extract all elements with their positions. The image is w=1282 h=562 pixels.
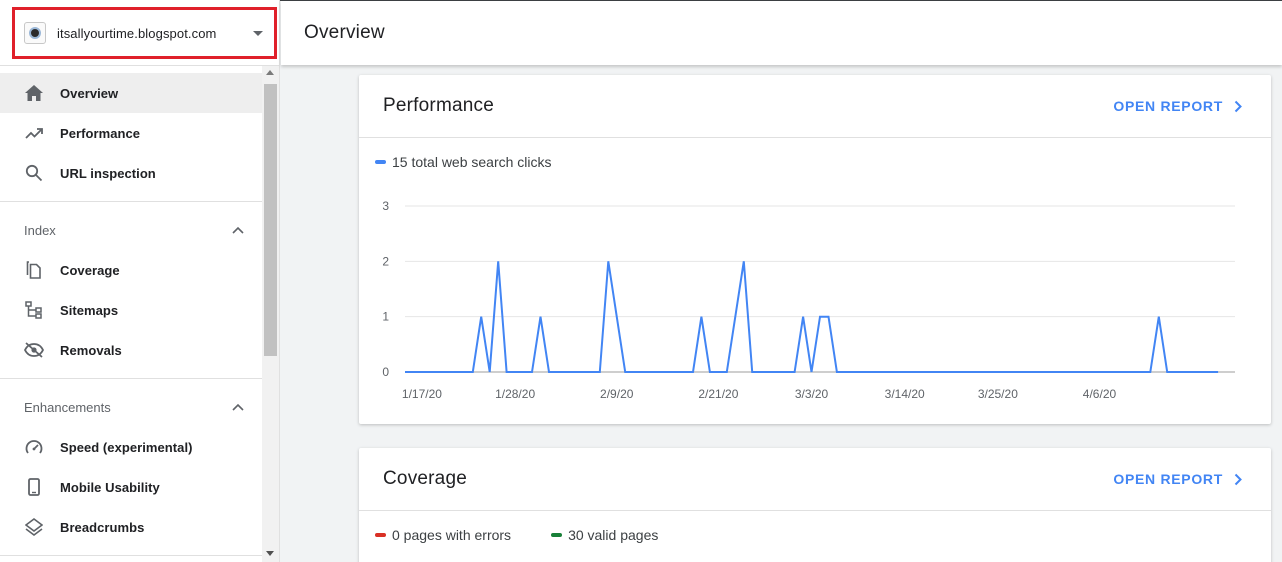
section-divider — [0, 378, 262, 379]
sidebar-item-label: Speed (experimental) — [60, 439, 193, 455]
sidebar-item-breadcrumbs[interactable]: Breadcrumbs — [0, 507, 262, 547]
trending-up-icon — [24, 123, 44, 143]
page-title: Overview — [304, 22, 385, 43]
sidebar-item-label: Mobile Usability — [60, 479, 160, 495]
sidebar: itsallyourtime.blogspot.com Overview Per… — [0, 0, 280, 562]
sidebar-item-label: URL inspection — [60, 165, 156, 181]
y-tick-label: 2 — [382, 254, 389, 268]
card-header: Performance OPEN REPORT — [359, 75, 1271, 138]
sidebar-item-removals[interactable]: Removals — [0, 330, 262, 370]
x-tick-label: 2/21/20 — [698, 387, 738, 401]
x-tick-label: 2/9/20 — [600, 387, 634, 401]
x-tick-label: 1/28/20 — [495, 387, 535, 401]
card-title: Performance — [383, 95, 494, 116]
scrollbar-thumb[interactable] — [264, 84, 277, 356]
sidebar-item-label: Performance — [60, 125, 141, 141]
section-title: Enhancements — [24, 399, 111, 415]
smartphone-icon — [24, 477, 44, 497]
sidebar-item-url-inspection[interactable]: URL inspection — [0, 153, 262, 193]
legend-item[interactable]: 15 total web search clicks — [375, 154, 552, 170]
sidebar-item-sitemaps[interactable]: Sitemaps — [0, 290, 262, 330]
sidebar-item-label: Sitemaps — [60, 302, 119, 318]
x-tick-label: 4/6/20 — [1083, 387, 1117, 401]
y-tick-label: 1 — [382, 310, 389, 324]
property-selector[interactable]: itsallyourtime.blogspot.com — [12, 7, 277, 59]
performance-chart: 0 1 2 3 1/17/20 1/28/20 2/9/20 2/21/20 3/3/20 3/1… — [359, 187, 1271, 424]
legend-item-valid[interactable]: 30 valid pages — [551, 527, 658, 543]
chart-svg: 0 1 2 3 1/17/20 1/28/20 2/9/20 2/21/20 3/3/20 3/1… — [382, 199, 1235, 401]
scroll-down-arrow-icon[interactable] — [266, 551, 274, 556]
legend-item-errors[interactable]: 0 pages with errors — [375, 527, 511, 543]
sidebar-item-label: Coverage — [60, 262, 120, 278]
open-report-label: OPEN REPORT — [1113, 471, 1223, 487]
sitemap-icon — [24, 300, 44, 320]
sidebar-item-speed[interactable]: Speed (experimental) — [0, 427, 262, 467]
speedometer-icon — [24, 437, 44, 457]
open-report-button[interactable]: OPEN REPORT — [1113, 98, 1245, 114]
coverage-legend: 0 pages with errors 30 valid pages — [359, 527, 1271, 543]
chevron-right-icon — [1231, 472, 1245, 486]
x-tick-label: 3/14/20 — [885, 387, 925, 401]
file-copy-icon — [24, 260, 44, 280]
sidebar-scrollbar[interactable] — [262, 66, 279, 562]
section-divider — [0, 555, 262, 556]
sidebar-item-coverage[interactable]: Coverage — [0, 250, 262, 290]
search-console-app: itsallyourtime.blogspot.com Overview Per… — [0, 0, 1282, 562]
sidebar-item-label: Breadcrumbs — [60, 519, 145, 535]
sidebar-item-overview[interactable]: Overview — [0, 73, 262, 113]
legend-swatch — [551, 533, 563, 537]
legend-label: 15 total web search clicks — [392, 154, 552, 170]
scroll-up-arrow-icon[interactable] — [266, 70, 274, 75]
page-header: Overview — [281, 1, 1282, 65]
sidebar-item-performance[interactable]: Performance — [0, 113, 262, 153]
legend-label: 30 valid pages — [568, 527, 659, 543]
property-name: itsallyourtime.blogspot.com — [57, 25, 217, 41]
section-divider — [0, 201, 262, 202]
legend-swatch — [375, 533, 386, 537]
legend-label: 0 pages with errors — [392, 527, 512, 543]
site-favicon-icon — [24, 22, 46, 44]
open-report-label: OPEN REPORT — [1113, 98, 1223, 114]
chevron-up-icon — [232, 398, 244, 416]
sidebar-nav: Overview Performance URL inspection Inde… — [0, 73, 262, 562]
x-tick-label: 3/3/20 — [795, 387, 829, 401]
y-tick-label: 0 — [382, 365, 389, 379]
sidebar-divider — [0, 65, 280, 66]
home-icon — [24, 83, 44, 103]
section-header-index[interactable]: Index — [0, 210, 262, 250]
sidebar-item-label: Removals — [60, 342, 122, 358]
dropdown-arrow-icon — [253, 31, 263, 36]
layers-icon — [24, 517, 44, 537]
open-report-button[interactable]: OPEN REPORT — [1113, 471, 1245, 487]
performance-card: Performance OPEN REPORT 15 total web sea… — [359, 75, 1271, 424]
card-header: Coverage OPEN REPORT — [359, 448, 1271, 511]
card-title: Coverage — [383, 468, 467, 489]
sidebar-item-mobile-usability[interactable]: Mobile Usability — [0, 467, 262, 507]
eye-off-icon — [24, 340, 44, 360]
x-tick-label: 1/17/20 — [402, 387, 442, 401]
search-icon — [24, 163, 44, 183]
section-header-enhancements[interactable]: Enhancements — [0, 387, 262, 427]
x-tick-label: 3/25/20 — [978, 387, 1018, 401]
chevron-up-icon — [232, 221, 244, 239]
chart-legend: 15 total web search clicks — [359, 154, 1271, 170]
y-tick-label: 3 — [382, 199, 389, 213]
sidebar-item-label: Overview — [60, 85, 119, 101]
coverage-card: Coverage OPEN REPORT 0 pages with errors… — [359, 448, 1271, 562]
legend-swatch — [375, 160, 386, 164]
chevron-right-icon — [1231, 99, 1245, 113]
section-title: Index — [24, 222, 56, 238]
